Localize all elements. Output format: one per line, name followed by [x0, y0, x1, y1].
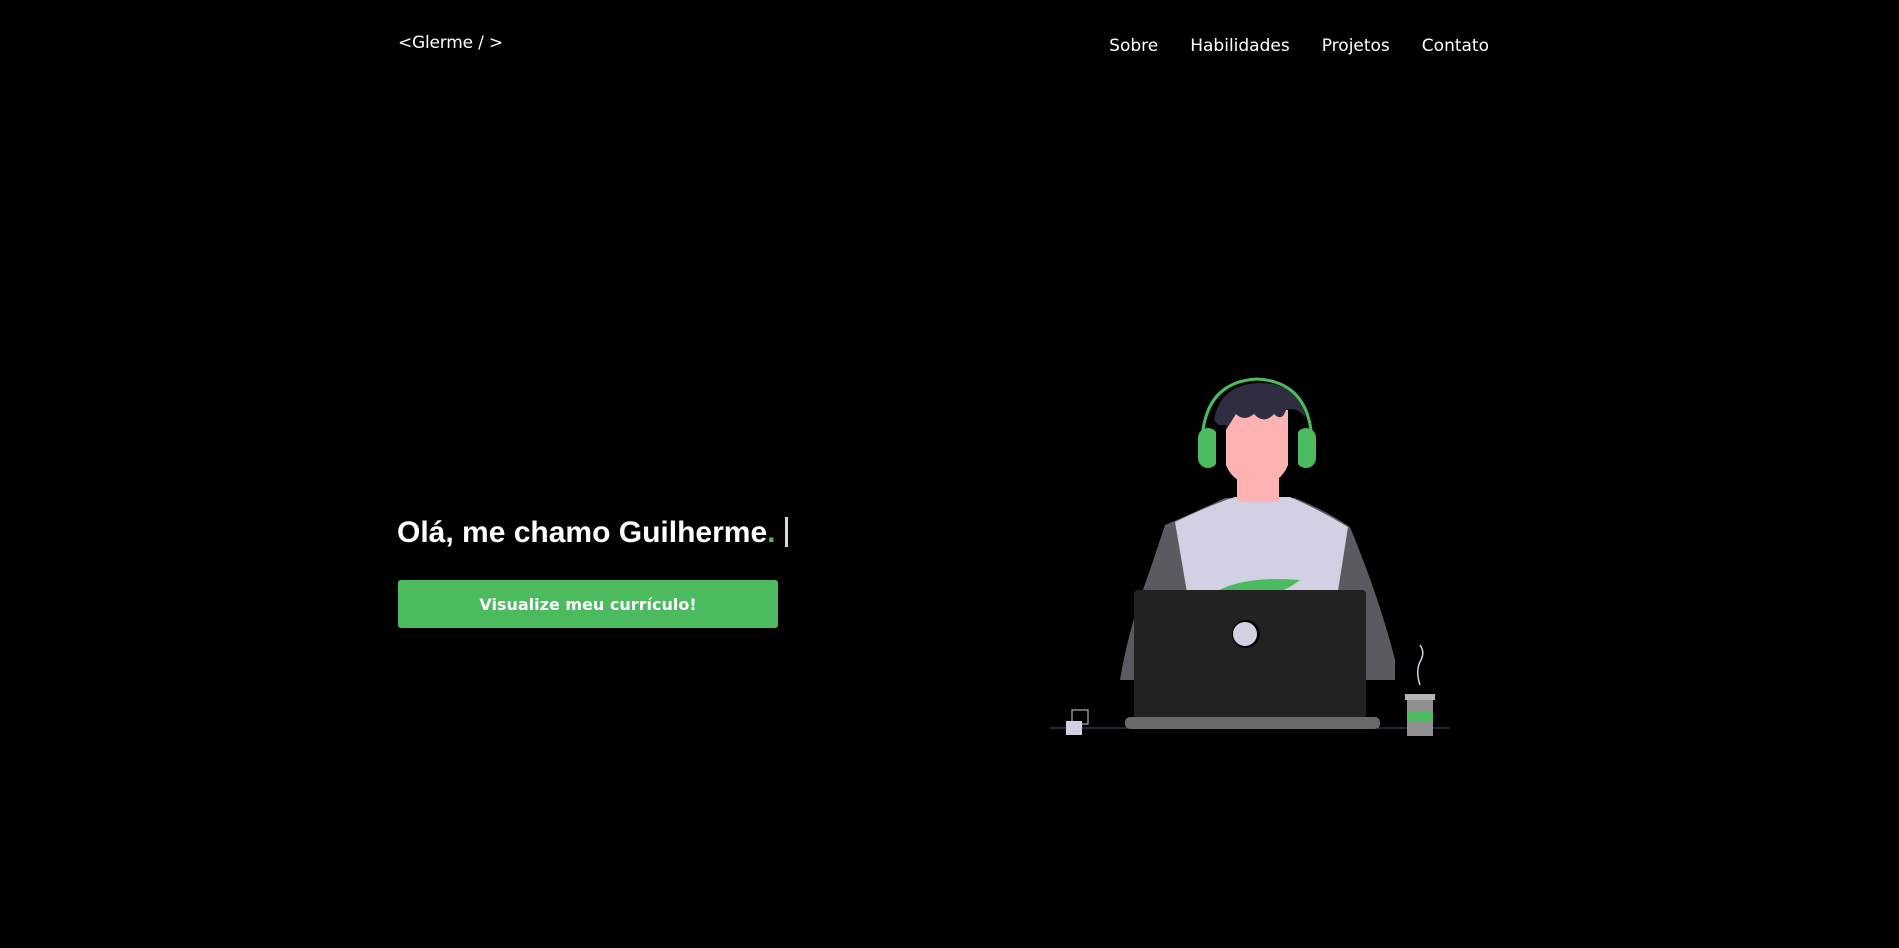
headphone-left-cup — [1198, 428, 1218, 468]
face — [1226, 410, 1288, 485]
developer-with-laptop-illustration — [1050, 377, 1450, 736]
coffee-cup-lid — [1405, 694, 1435, 700]
nav-link-habilidades[interactable]: Habilidades — [1190, 36, 1289, 56]
headphone-left-pad — [1216, 425, 1226, 470]
steam — [1417, 644, 1424, 686]
typing-cursor — [785, 517, 789, 547]
nav-link-sobre[interactable]: Sobre — [1109, 36, 1158, 56]
headphone-right-pad — [1288, 425, 1298, 470]
main-nav: Sobre Habilidades Projetos Contato — [1109, 36, 1489, 56]
resume-button[interactable]: Visualize meu currículo! — [398, 580, 778, 628]
headphone-right-cup — [1296, 428, 1316, 468]
laptop-logo — [1233, 622, 1257, 646]
nav-link-contato[interactable]: Contato — [1422, 36, 1489, 56]
nav-link-projetos[interactable]: Projetos — [1322, 36, 1390, 56]
page: <Glerme / > Sobre Habilidades Projetos C… — [0, 0, 1899, 948]
laptop-base — [1125, 717, 1380, 729]
hero-title: Olá, me chamo Guilherme. — [397, 516, 789, 550]
hero-dot: . — [767, 516, 776, 549]
coffee-cup-sleeve — [1407, 711, 1433, 722]
small-box — [1066, 721, 1082, 735]
logo[interactable]: <Glerme / > — [398, 33, 503, 53]
laptop-screen — [1134, 590, 1366, 720]
hero-greeting: Olá, me chamo Guilherme — [397, 516, 768, 549]
